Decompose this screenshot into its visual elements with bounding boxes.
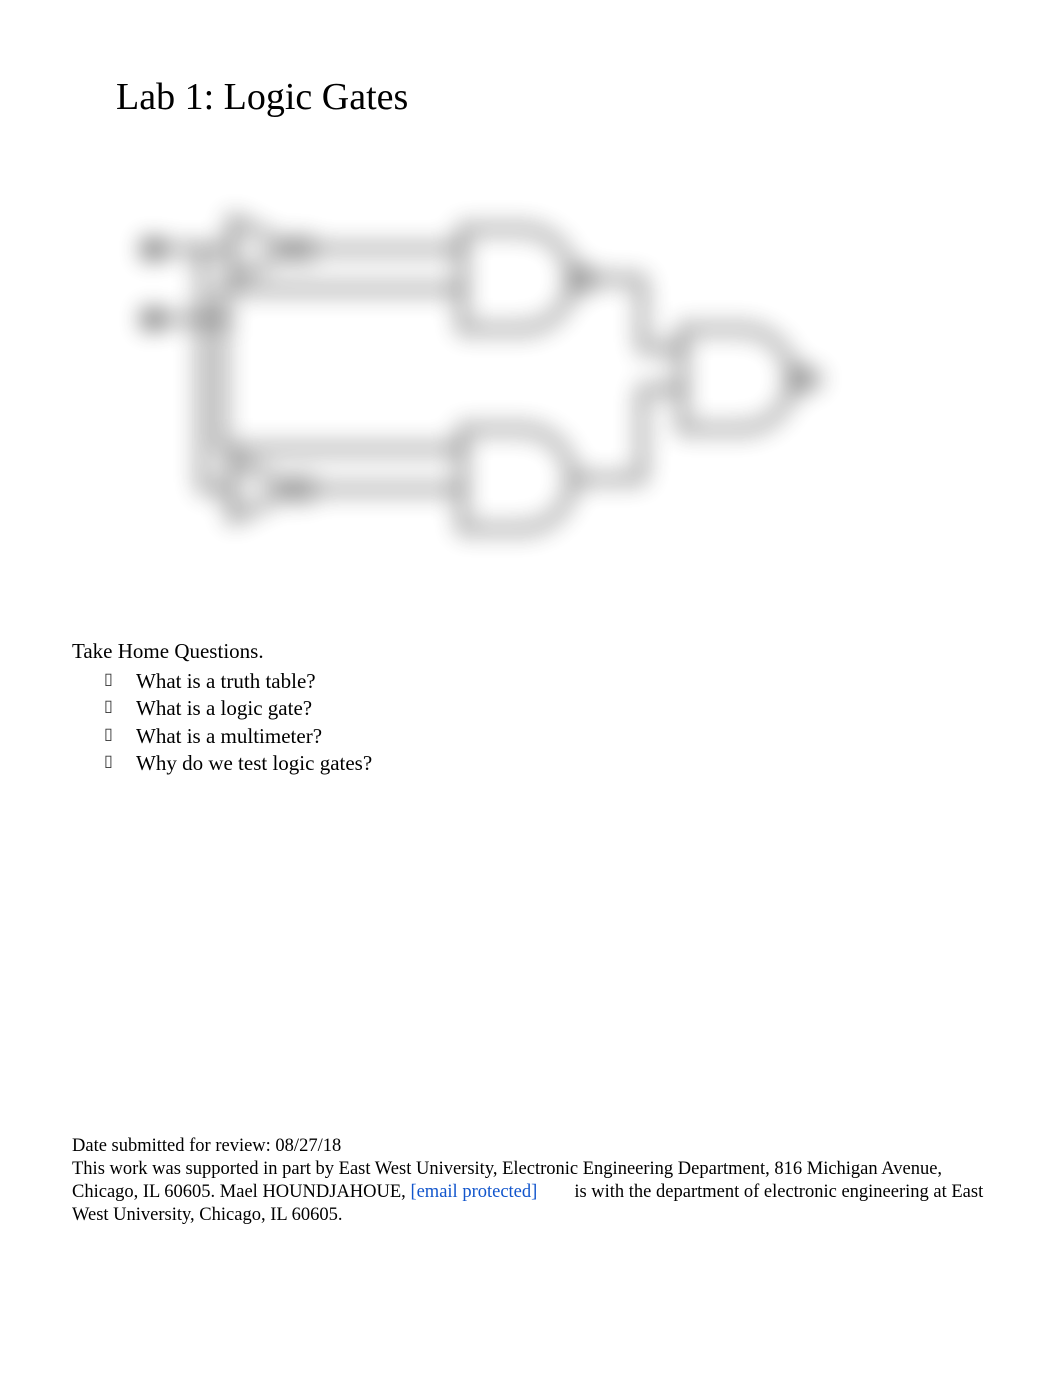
bullet-icon: ▯ — [104, 697, 113, 718]
list-item: ▯ Why do we test logic gates? — [104, 750, 990, 777]
blurred-text — [537, 1181, 569, 1204]
bullet-icon: ▯ — [104, 725, 113, 746]
question-list: ▯ What is a truth table? ▯ What is a log… — [72, 668, 990, 777]
question-text: What is a multimeter? — [136, 724, 322, 748]
logic-gate-diagram — [122, 179, 822, 559]
question-text: What is a logic gate? — [136, 696, 312, 720]
question-text: What is a truth table? — [136, 669, 316, 693]
section-heading: Take Home Questions. — [72, 639, 990, 664]
list-item: ▯ What is a logic gate? — [104, 695, 990, 722]
circuit-svg — [122, 179, 822, 559]
list-item: ▯ What is a truth table? — [104, 668, 990, 695]
list-item: ▯ What is a multimeter? — [104, 723, 990, 750]
page-title: Lab 1: Logic Gates — [116, 75, 990, 119]
support-line: This work was supported in part by East … — [72, 1158, 990, 1227]
question-text: Why do we test logic gates? — [136, 751, 372, 775]
email-link[interactable]: [email protected] — [410, 1182, 537, 1202]
bullet-icon: ▯ — [104, 670, 113, 691]
date-submitted: Date submitted for review: 08/27/18 — [72, 1135, 990, 1158]
bullet-icon: ▯ — [104, 752, 113, 773]
footer: Date submitted for review: 08/27/18 This… — [72, 1135, 990, 1228]
document-page: Lab 1: Logic Gates — [0, 0, 1062, 1377]
